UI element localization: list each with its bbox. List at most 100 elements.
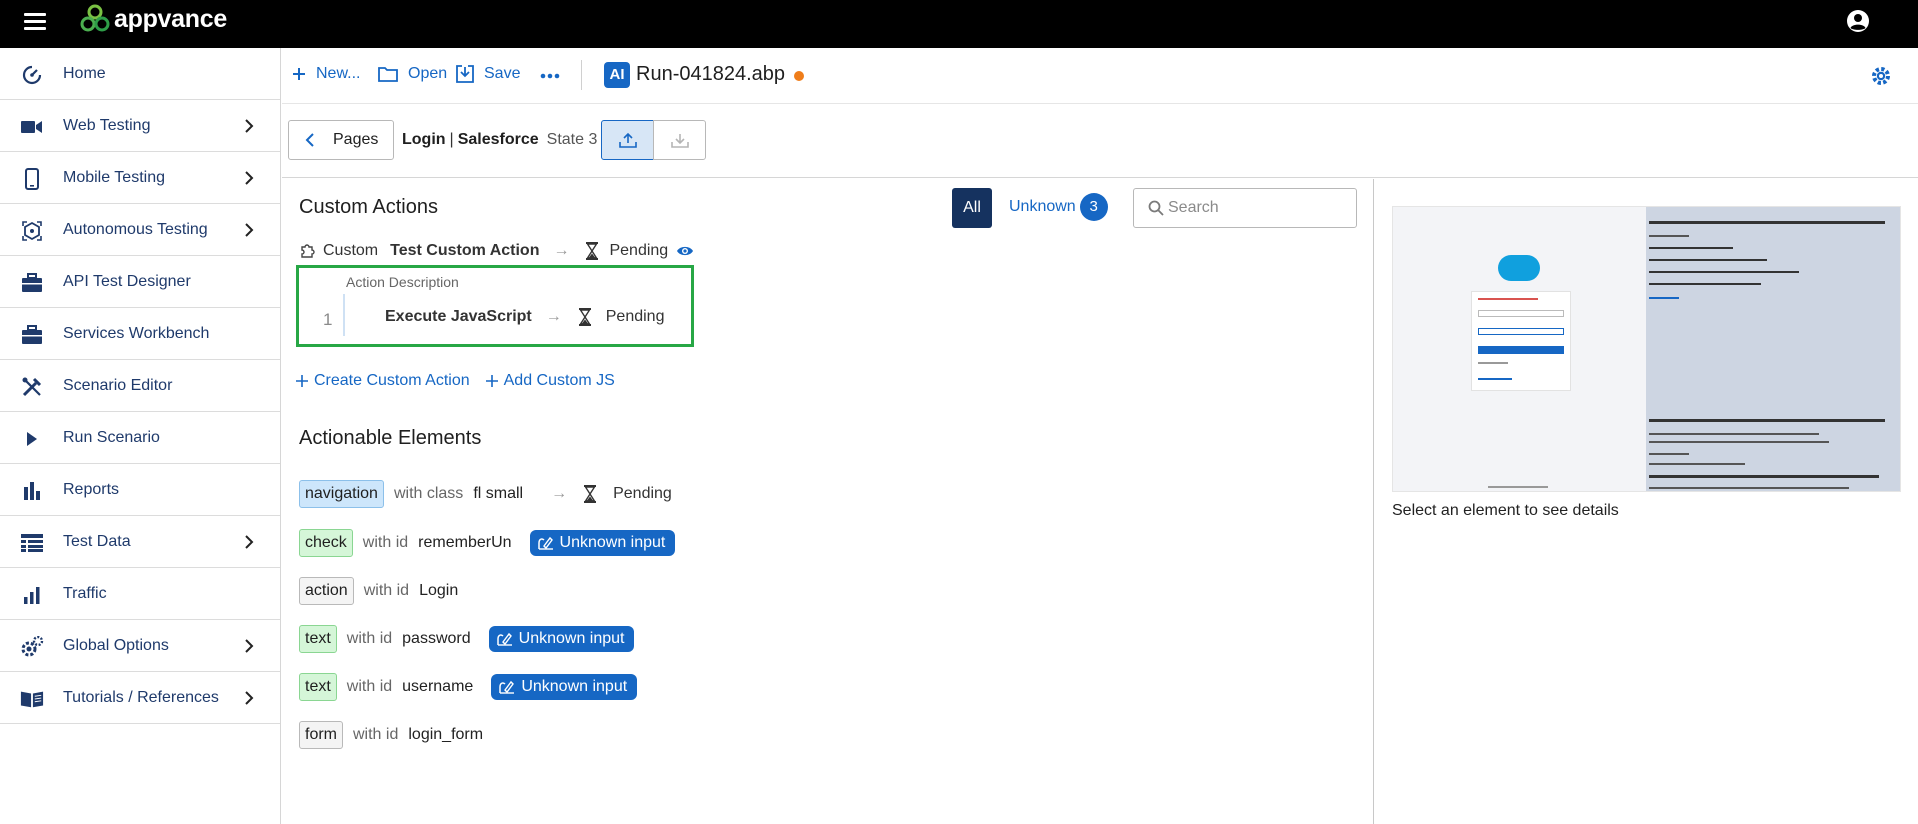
unknown-input-label: Unknown input — [559, 534, 666, 551]
save-button[interactable]: Save — [456, 65, 520, 83]
element-row[interactable]: form with id login_form — [299, 720, 483, 750]
sidebar-item-run-scenario[interactable]: Run Scenario — [0, 412, 280, 464]
sidebar-item-mobile-testing[interactable]: Mobile Testing — [0, 152, 280, 204]
sidebar-item-label: Traffic — [63, 584, 107, 602]
briefcase-icon — [20, 323, 44, 347]
custom-action-links: Create Custom Action Add Custom JS — [296, 372, 631, 390]
download-state-button[interactable] — [653, 120, 706, 160]
sidebar-item-traffic[interactable]: Traffic — [0, 568, 280, 620]
element-row[interactable]: navigation with class fl small → Pending — [299, 479, 672, 509]
sidebar-item-label: Web Testing — [63, 116, 151, 134]
arrow-right-icon: → — [545, 308, 562, 325]
highlighted-action-box[interactable]: Action Description 1 Execute JavaScript … — [296, 265, 694, 347]
sidebar-item-label: Tutorials / References — [63, 688, 219, 706]
sidebar-item-tutorials-references[interactable]: Tutorials / References — [0, 672, 280, 724]
input-edit-icon — [537, 536, 553, 550]
crumb-site: Salesforce — [457, 131, 539, 148]
custom-action-status: Pending — [609, 242, 669, 259]
unknown-count-badge: 3 — [1079, 193, 1108, 221]
sidebar-item-label: Mobile Testing — [63, 168, 165, 186]
element-tag: check — [299, 529, 353, 557]
tools-icon — [20, 375, 44, 399]
folder-icon — [378, 67, 398, 82]
add-custom-js-link[interactable]: Add Custom JS — [485, 372, 615, 390]
element-selector-type: with id — [346, 630, 393, 647]
filter-unknown-button[interactable]: Unknown 3 — [1009, 193, 1108, 221]
preview-promo-area — [1646, 207, 1900, 491]
app-logo[interactable]: appvance — [80, 4, 227, 34]
element-selector-value: rememberUn — [418, 534, 512, 551]
crumb-separator: | — [449, 131, 454, 148]
element-row[interactable]: text with id username Unknown input — [299, 672, 638, 702]
hourglass-icon — [586, 242, 599, 260]
action-description-label: Action Description — [346, 274, 459, 290]
account-icon[interactable] — [1846, 9, 1870, 33]
sidebar-item-label: Home — [63, 64, 106, 82]
create-custom-action-link[interactable]: Create Custom Action — [296, 372, 470, 390]
unknown-input-button[interactable]: Unknown input — [491, 674, 638, 700]
custom-action-row[interactable]: Custom Test Custom Action → Pending — [299, 239, 694, 263]
video-camera-icon — [20, 115, 44, 139]
chevron-right-icon — [245, 535, 254, 549]
element-row[interactable]: text with id password Unknown input — [299, 624, 635, 654]
sidebar: Home Web Testing Mobile Testing Autonomo… — [0, 48, 281, 824]
custom-actions-title: Custom Actions — [299, 196, 438, 218]
element-selector-type: with id — [353, 726, 399, 743]
sidebar-item-label: Run Scenario — [63, 428, 160, 446]
unknown-input-button[interactable]: Unknown input — [488, 626, 635, 652]
sidebar-item-autonomous-testing[interactable]: Autonomous Testing — [0, 204, 280, 256]
sidebar-item-reports[interactable]: Reports — [0, 464, 280, 516]
sidebar-item-web-testing[interactable]: Web Testing — [0, 100, 280, 152]
new-label: New... — [316, 65, 361, 82]
unknown-input-button[interactable]: Unknown input — [529, 530, 676, 556]
search-field[interactable] — [1133, 188, 1357, 228]
unknown-input-label: Unknown input — [518, 630, 625, 647]
sidebar-item-services-workbench[interactable]: Services Workbench — [0, 308, 280, 360]
filter-all-button[interactable]: All — [952, 188, 992, 228]
unknown-input-label: Unknown input — [521, 678, 628, 695]
element-tag: action — [299, 577, 354, 605]
unsaved-indicator — [794, 71, 804, 81]
dashboard-gauge-icon — [20, 63, 44, 87]
file-name: Run-041824.abp — [636, 63, 786, 85]
toolbar-divider — [581, 60, 582, 90]
sidebar-item-label: Services Workbench — [63, 324, 210, 342]
crumb-state: State 3 — [546, 131, 598, 148]
chevron-right-icon — [245, 639, 254, 653]
autonomous-cube-icon — [20, 219, 44, 243]
sidebar-item-label: Global Options — [63, 636, 169, 654]
arrow-right-icon: → — [553, 242, 570, 259]
play-icon — [20, 427, 44, 451]
element-selector-value: fl small — [473, 485, 524, 502]
open-label: Open — [408, 65, 448, 82]
sidebar-item-global-options[interactable]: Global Options — [0, 620, 280, 672]
pages-label: Pages — [333, 131, 379, 148]
sidebar-item-scenario-editor[interactable]: Scenario Editor — [0, 360, 280, 412]
hamburger-menu-icon[interactable] — [24, 13, 46, 31]
element-selector-type: with id — [362, 534, 409, 551]
sidebar-item-home[interactable]: Home — [0, 48, 280, 100]
chevron-right-icon — [245, 119, 254, 133]
appvance-logo-icon — [80, 4, 110, 32]
pages-back-button[interactable]: Pages — [288, 120, 394, 160]
page-screenshot-preview[interactable] — [1392, 206, 1901, 492]
filter-unknown-label: Unknown — [1009, 198, 1076, 215]
new-button[interactable]: New... — [292, 65, 360, 83]
sidebar-item-api-test-designer[interactable]: API Test Designer — [0, 256, 280, 308]
chevron-right-icon — [245, 223, 254, 237]
element-row[interactable]: check with id rememberUn Unknown input — [299, 528, 676, 558]
more-options-button[interactable] — [540, 73, 570, 79]
actionable-elements-title: Actionable Elements — [299, 427, 482, 449]
element-row[interactable]: action with id Login — [299, 576, 458, 606]
gear-icon[interactable] — [1870, 65, 1892, 87]
search-input[interactable] — [1168, 199, 1338, 217]
action-step: Execute JavaScript → Pending — [385, 308, 664, 326]
page-bar: Pages Login | Salesforce State 3 — [282, 104, 1918, 178]
hourglass-icon — [578, 308, 591, 326]
eye-icon[interactable] — [676, 245, 694, 257]
mobile-phone-icon — [20, 167, 44, 191]
arrow-right-icon: → — [551, 485, 568, 502]
upload-state-button[interactable] — [601, 120, 654, 160]
sidebar-item-test-data[interactable]: Test Data — [0, 516, 280, 568]
open-button[interactable]: Open — [378, 65, 447, 83]
